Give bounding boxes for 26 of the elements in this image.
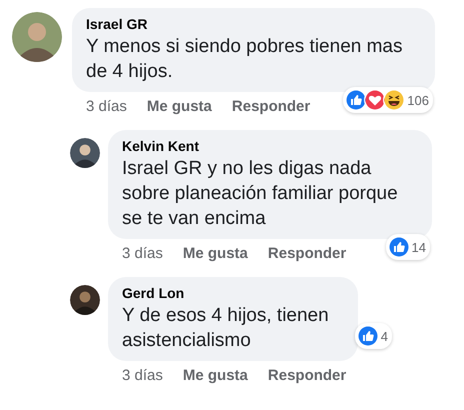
like-link[interactable]: Me gusta xyxy=(146,98,212,116)
thumbs-up-icon xyxy=(388,236,410,258)
comment-text: Israel GR y no les digas nada sobre planeación familiar porque se te van encima xyxy=(122,157,399,231)
author-name[interactable]: Kelvin Kent xyxy=(122,138,416,154)
author-name[interactable]: Gerd Lon xyxy=(122,285,342,301)
reply-link[interactable]: Responder xyxy=(268,367,346,385)
timestamp: 3 días xyxy=(122,367,163,385)
reaction-count[interactable]: 4 xyxy=(354,323,392,349)
thumbs-up-icon xyxy=(345,89,368,111)
author-name[interactable]: Israel GR xyxy=(86,16,419,32)
heart-icon xyxy=(364,89,386,111)
comment-text: Y menos si siendo pobres tienen mas de 4 hijos. xyxy=(86,35,404,84)
timestamp: 3 días xyxy=(122,245,163,263)
laughing-face-icon xyxy=(383,89,406,111)
like-link[interactable]: Me gusta xyxy=(182,367,248,385)
reaction-count[interactable]: 106 xyxy=(343,87,433,113)
avatar[interactable] xyxy=(12,12,62,62)
timestamp: 3 días xyxy=(86,98,127,116)
avatar[interactable] xyxy=(70,285,100,315)
reply-link[interactable]: Responder xyxy=(268,245,346,263)
like-link[interactable]: Me gusta xyxy=(182,245,248,263)
reply-link[interactable]: Responder xyxy=(232,98,310,116)
reaction-count[interactable]: 14 xyxy=(386,234,430,260)
comment-text: Y de esos 4 hijos, tienen asistencialismo xyxy=(122,304,330,353)
thumbs-up-icon xyxy=(356,325,379,347)
avatar[interactable] xyxy=(70,138,100,168)
